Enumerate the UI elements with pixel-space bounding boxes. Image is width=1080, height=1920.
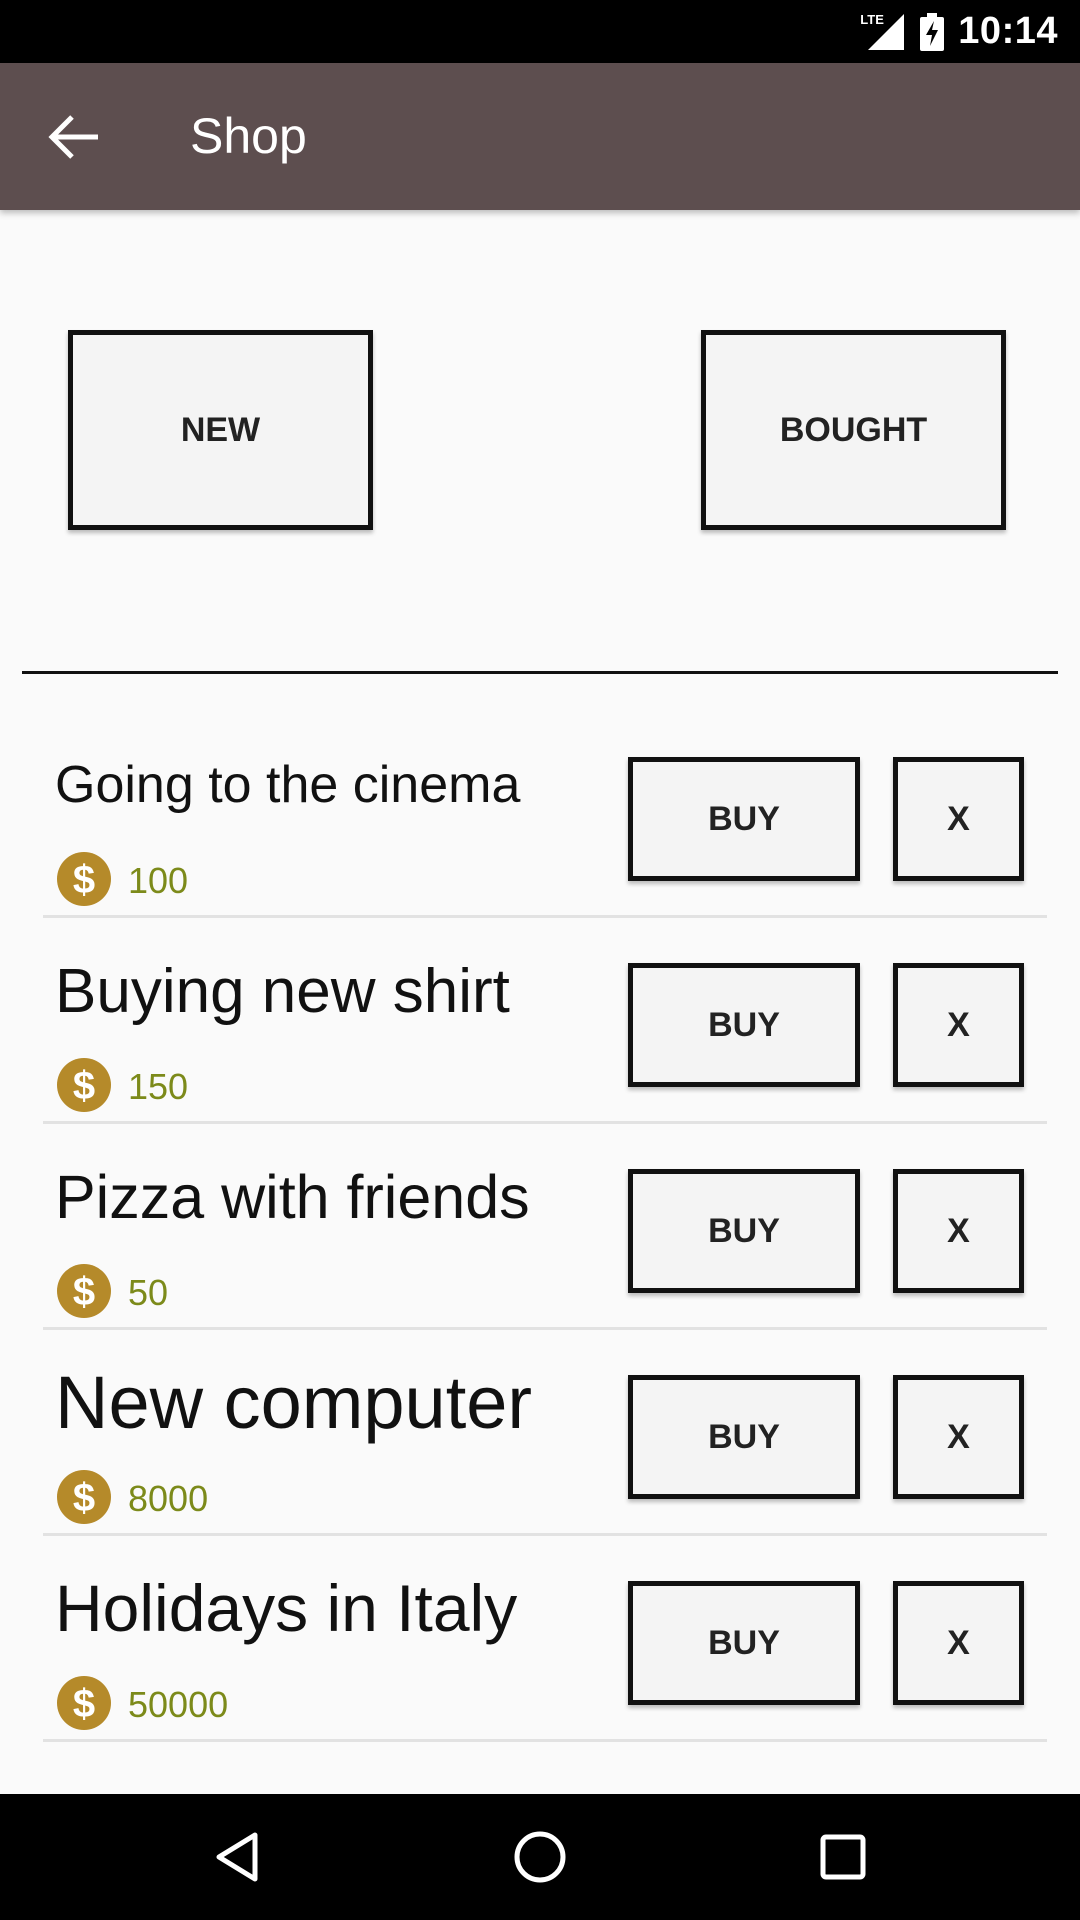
svg-text:$: $ — [73, 1682, 95, 1726]
list-item: Buying new shirt $ 150 BUY X — [43, 918, 1047, 1124]
buy-button-label: BUY — [708, 799, 780, 838]
divider — [22, 671, 1058, 674]
remove-button-label: X — [947, 1211, 970, 1250]
buy-button[interactable]: BUY — [628, 963, 860, 1087]
buy-button-label: BUY — [708, 1211, 780, 1250]
svg-text:$: $ — [73, 1476, 95, 1520]
item-price: 150 — [128, 1066, 189, 1107]
dollar-coin-icon: $ — [57, 1058, 111, 1112]
list-item: Holidays in Italy $ 50000 BUY X — [43, 1536, 1047, 1742]
bought-button[interactable]: BOUGHT — [701, 330, 1006, 530]
shop-item-list: Going to the cinema $ 100 BUY X Buying n… — [43, 712, 1047, 1742]
remove-button-label: X — [947, 1623, 970, 1662]
remove-button-label: X — [947, 1005, 970, 1044]
buy-button-label: BUY — [708, 1417, 780, 1456]
item-price: 50 — [128, 1272, 169, 1313]
list-item: Pizza with friends $ 50 BUY X — [43, 1124, 1047, 1330]
item-title: Going to the cinema — [55, 756, 521, 814]
remove-button[interactable]: X — [893, 1375, 1024, 1499]
item-title: New computer — [55, 1361, 533, 1444]
nav-recents-icon[interactable] — [813, 1827, 873, 1887]
buy-button-label: BUY — [708, 1623, 780, 1662]
remove-button[interactable]: X — [893, 1581, 1024, 1705]
new-button[interactable]: NEW — [68, 330, 373, 530]
remove-button-label: X — [947, 1417, 970, 1456]
item-price: 50000 — [128, 1684, 229, 1725]
nav-back-icon[interactable] — [207, 1827, 267, 1887]
item-title: Buying new shirt — [55, 957, 510, 1026]
dollar-coin-icon: $ — [57, 1470, 111, 1524]
list-item: New computer $ 8000 BUY X — [43, 1330, 1047, 1536]
dollar-coin-icon: $ — [57, 1264, 111, 1318]
buy-button[interactable]: BUY — [628, 1169, 860, 1293]
remove-button-label: X — [947, 799, 970, 838]
svg-text:$: $ — [73, 858, 95, 902]
svg-text:$: $ — [73, 1064, 95, 1108]
page-title: Shop — [190, 108, 307, 164]
nav-home-icon[interactable] — [510, 1827, 570, 1887]
buy-button[interactable]: BUY — [628, 1375, 860, 1499]
remove-button[interactable]: X — [893, 963, 1024, 1087]
new-button-label: NEW — [180, 410, 261, 449]
dollar-coin-icon: $ — [57, 1676, 111, 1730]
buy-button[interactable]: BUY — [628, 757, 860, 881]
bought-button-label: BOUGHT — [779, 410, 928, 449]
item-title: Pizza with friends — [55, 1163, 530, 1231]
status-bar: LTE 10:14 — [0, 0, 1080, 63]
item-price: 8000 — [128, 1478, 209, 1519]
battery-charging-icon — [920, 12, 945, 51]
buy-button[interactable]: BUY — [628, 1581, 860, 1705]
status-time: 10:14 — [958, 10, 1058, 52]
signal-icon: LTE — [860, 12, 906, 52]
dollar-coin-icon: $ — [57, 852, 111, 906]
list-item: Going to the cinema $ 100 BUY X — [43, 712, 1047, 918]
svg-text:$: $ — [73, 1270, 95, 1314]
app-bar: Shop — [0, 63, 1080, 210]
arrow-back-icon[interactable] — [46, 111, 102, 163]
remove-button[interactable]: X — [893, 757, 1024, 881]
navigation-bar — [0, 1794, 1080, 1920]
buy-button-label: BUY — [708, 1005, 780, 1044]
item-title: Holidays in Italy — [55, 1571, 518, 1645]
remove-button[interactable]: X — [893, 1169, 1024, 1293]
item-price: 100 — [128, 860, 189, 901]
